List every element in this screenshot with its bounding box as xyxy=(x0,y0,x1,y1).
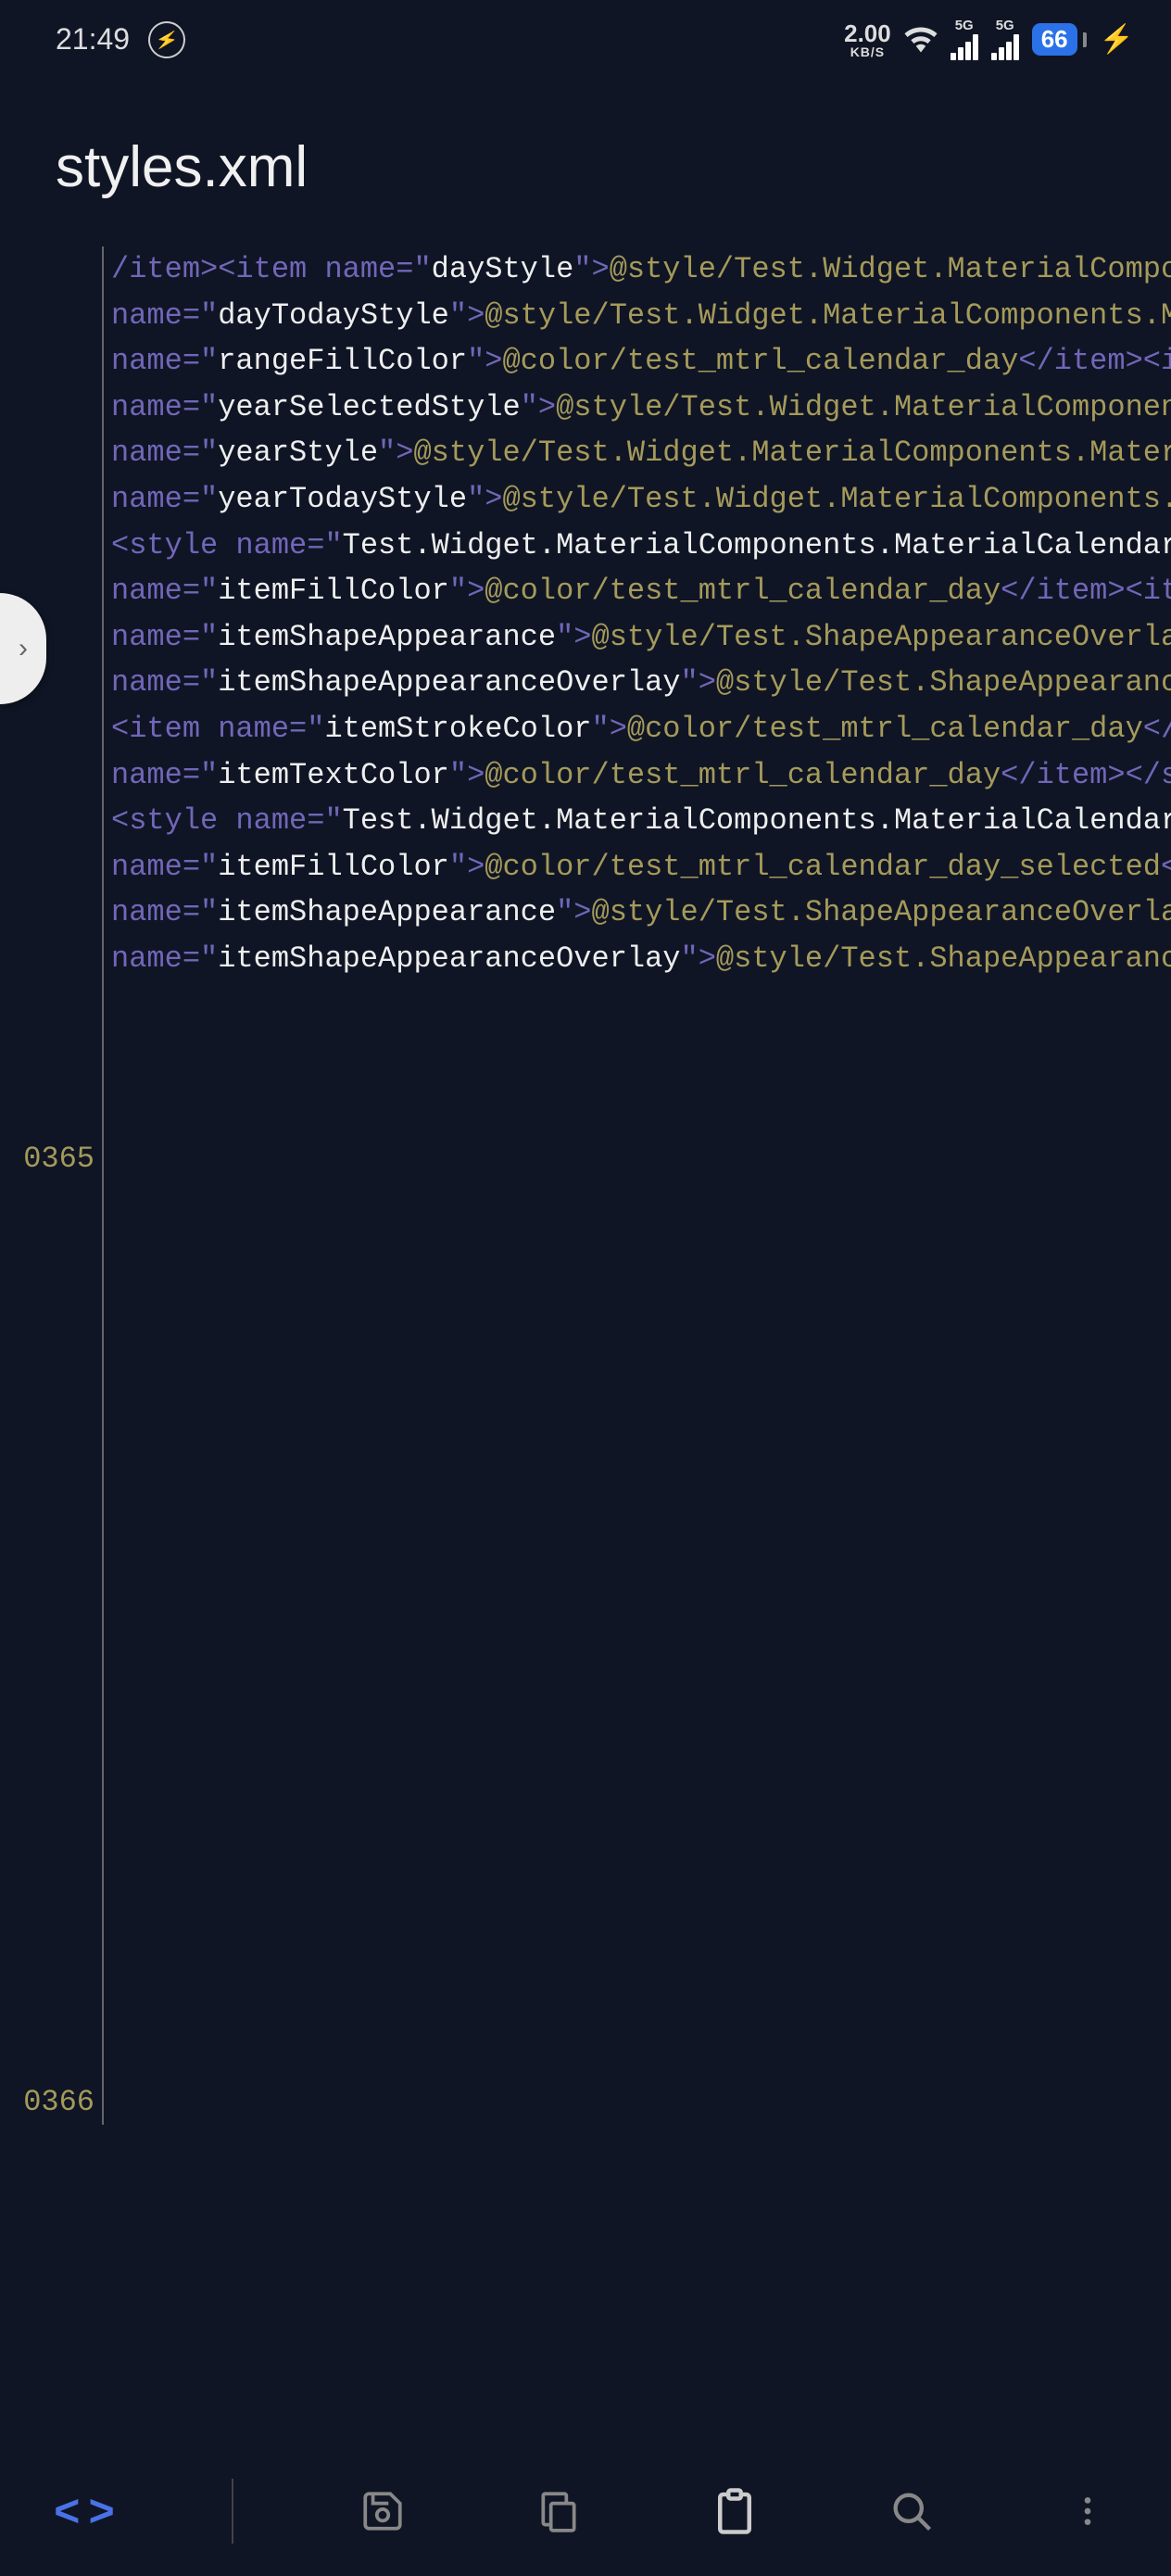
signal-2: 5G xyxy=(991,19,1019,60)
toolbar-divider xyxy=(232,2479,233,2544)
battery-indicator: 66 xyxy=(1032,23,1087,56)
data-speed: 2.00 KB/S xyxy=(844,21,891,58)
clipboard-button[interactable] xyxy=(707,2483,762,2539)
charging-icon: ⚡ xyxy=(1100,23,1134,56)
search-button[interactable] xyxy=(884,2483,939,2539)
toolbar: < > xyxy=(0,2446,1171,2576)
code-view-button[interactable]: < > xyxy=(56,2483,111,2539)
clock: 21:49 xyxy=(56,22,130,57)
file-title: styles.xml xyxy=(0,69,1171,246)
status-bar: 21:49 ⚡ 2.00 KB/S 5G 5G 66 ⚡ xyxy=(0,0,1171,69)
copy-button[interactable] xyxy=(531,2483,586,2539)
save-button[interactable] xyxy=(355,2483,410,2539)
wifi-icon xyxy=(904,23,938,57)
line-number: 0366 xyxy=(0,2079,94,2126)
more-button[interactable] xyxy=(1060,2483,1115,2539)
no-charge-icon: ⚡ xyxy=(145,18,188,60)
line-number: 0365 xyxy=(0,1136,94,1182)
code-content[interactable]: /item><item name="dayStyle">@style/Test.… xyxy=(102,246,1171,2125)
signal-1: 5G xyxy=(951,19,978,60)
code-editor[interactable]: 0365 0366 /item><item name="dayStyle">@s… xyxy=(0,246,1171,2125)
line-gutter: 0365 0366 xyxy=(0,246,102,2125)
